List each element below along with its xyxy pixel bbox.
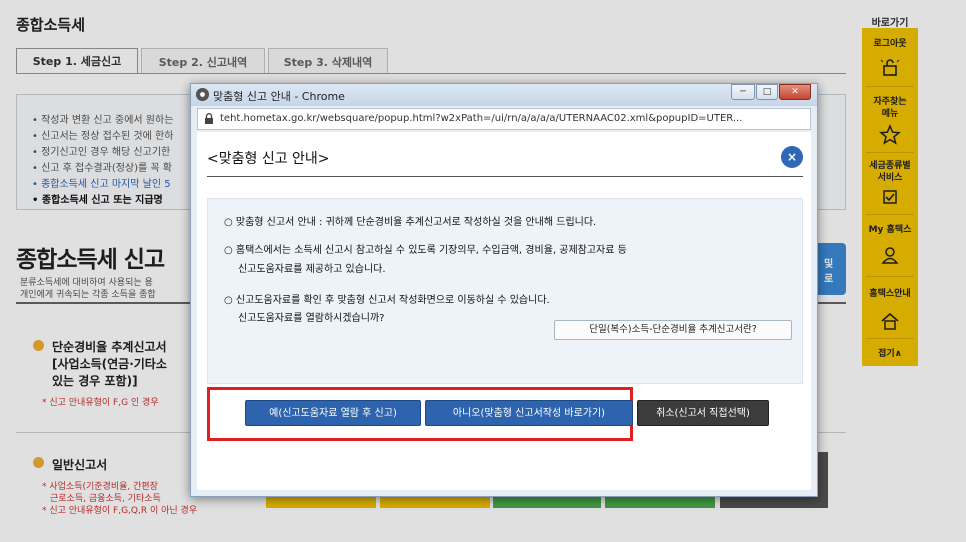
lock-icon	[204, 113, 214, 127]
window-close-button[interactable]: ✕	[779, 84, 811, 100]
popup-window: 맞춤형 신고 안내 - Chrome ─ □ ✕ teht.hometax.go…	[190, 83, 818, 497]
info-line: ○ 신고도움자료를 확인 후 맞춤형 신고서 작성화면으로 이동하실 수 있습니…	[224, 295, 550, 306]
info-box: ○ 맞춤형 신고서 안내 : 귀하께 단순경비율 추계신고서로 작성하실 것을 …	[207, 198, 803, 384]
info-line: 신고도움자료를 제공하고 있습니다.	[238, 264, 386, 275]
simple-expense-info-button[interactable]: 단일(복수)소득-단순경비율 추계신고서란?	[554, 320, 792, 340]
cancel-select-form-button[interactable]: 취소(신고서 직접선택)	[637, 400, 769, 426]
yes-view-help-button[interactable]: 예(신고도움자료 열람 후 신고)	[245, 400, 421, 426]
no-go-custom-form-button[interactable]: 아니오(맞춤형 신고서작성 바로가기)	[425, 400, 633, 426]
info-line: ○ 홈택스에서는 소득세 신고시 참고하실 수 있도록 기장의무, 수입금액, …	[224, 245, 627, 256]
window-titlebar[interactable]: 맞춤형 신고 안내 - Chrome ─ □ ✕	[191, 84, 817, 106]
url-text: teht.hometax.go.kr/websquare/popup.html?…	[220, 113, 743, 124]
close-icon[interactable]: ×	[781, 146, 803, 168]
info-line: ○ 맞춤형 신고서 안내 : 귀하께 단순경비율 추계신고서로 작성하실 것을 …	[224, 217, 597, 228]
info-line: 신고도움자료를 열람하시겠습니까?	[238, 313, 385, 324]
minimize-button[interactable]: ─	[731, 84, 755, 100]
address-bar[interactable]: teht.hometax.go.kr/websquare/popup.html?…	[197, 108, 811, 130]
dialog-title: <맞춤형 신고 안내>	[207, 151, 330, 167]
maximize-button[interactable]: □	[756, 84, 778, 100]
title-divider	[207, 176, 803, 177]
dialog-content: <맞춤형 신고 안내> × ○ 맞춤형 신고서 안내 : 귀하께 단순경비율 추…	[197, 132, 811, 490]
window-title: 맞춤형 신고 안내 - Chrome	[213, 90, 345, 103]
chrome-icon	[196, 88, 209, 101]
